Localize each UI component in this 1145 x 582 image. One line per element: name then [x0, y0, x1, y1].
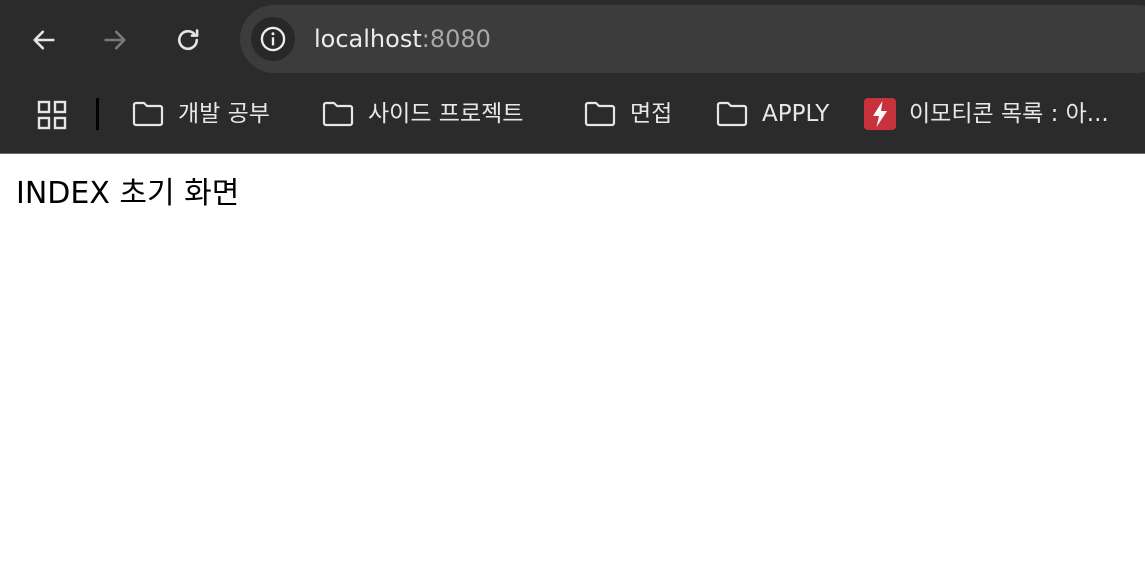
- folder-icon: [584, 101, 616, 127]
- site-info-button[interactable]: [251, 17, 295, 61]
- arrow-left-icon: [33, 30, 55, 50]
- page-heading: INDEX 초기 화면: [16, 176, 240, 211]
- bookmark-label: 면접: [630, 101, 673, 127]
- bookmark-label: 이모티콘 목록 : 아...: [909, 101, 1109, 127]
- bookmark-folder-dev-study[interactable]: 개발 공부: [132, 94, 270, 134]
- folder-icon: [716, 101, 748, 127]
- info-icon: [260, 26, 286, 52]
- bookmark-label: APPLY: [762, 101, 830, 127]
- back-button[interactable]: [22, 18, 66, 62]
- forward-button[interactable]: [93, 18, 137, 62]
- reload-icon: [178, 29, 199, 51]
- bookmark-label: 사이드 프로젝트: [368, 101, 524, 127]
- bookmark-emoticon-list[interactable]: 이모티콘 목록 : 아...: [863, 94, 1109, 134]
- browser-toolbar: localhost:8080: [0, 0, 1145, 80]
- bolt-favicon-icon: [864, 98, 896, 130]
- browser-chrome: localhost:8080 개발 공부 사이드 프로젝트 면접 APPLY 이…: [0, 0, 1145, 154]
- bookmark-folder-side-project[interactable]: 사이드 프로젝트: [322, 94, 523, 134]
- bookmark-folder-interview[interactable]: 면접: [584, 94, 672, 134]
- bookmarks-bar: 개발 공부 사이드 프로젝트 면접 APPLY 이모티콘 목록: 아...: [0, 80, 1145, 154]
- folder-icon: [132, 101, 164, 127]
- arrow-right-icon: [104, 30, 126, 50]
- apps-grid-icon: [37, 100, 67, 130]
- bookmark-label: 개발 공부: [178, 101, 270, 127]
- reload-button[interactable]: [166, 18, 210, 62]
- bookmark-folder-apply[interactable]: APPLY: [716, 94, 829, 134]
- folder-icon: [322, 101, 354, 127]
- url-text[interactable]: localhost:8080: [314, 25, 491, 53]
- bookmarks-separator: [96, 98, 99, 130]
- apps-button[interactable]: [34, 97, 70, 133]
- address-bar[interactable]: localhost:8080: [240, 5, 1145, 73]
- page-content: INDEX 초기 화면: [0, 154, 1145, 582]
- url-port: :8080: [421, 25, 491, 53]
- url-host: localhost: [314, 25, 422, 53]
